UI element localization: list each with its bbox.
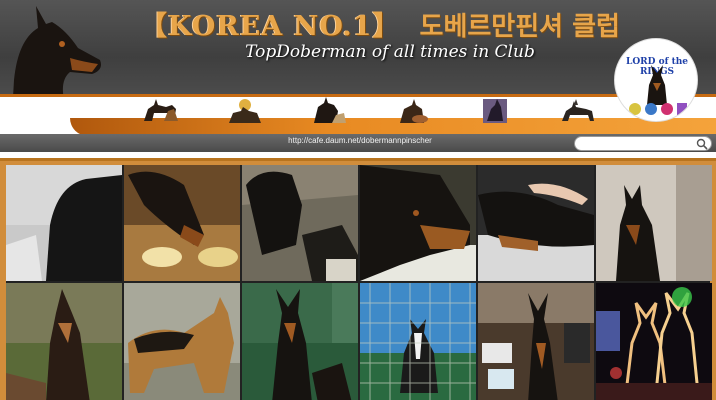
dog-thumbnail-strip	[120, 96, 620, 126]
search-input[interactable]	[575, 143, 693, 152]
photo-doberman-sitting[interactable]	[596, 165, 712, 281]
photo-doberman-with-items[interactable]	[478, 283, 594, 400]
dog-thumbnail-icon[interactable]	[473, 97, 517, 125]
club-banner: 【KOREA NO.1】 도베르만핀셔 클럽 TopDoberman of al…	[0, 0, 716, 152]
doberman-logo-icon	[647, 65, 667, 105]
title-english: 【KOREA NO.1】	[140, 11, 401, 42]
banner-subtitle: TopDoberman of all times in Club	[245, 42, 535, 62]
photo-doberman-closeup[interactable]	[360, 165, 476, 281]
photo-doberman-food-bowl[interactable]	[124, 165, 240, 281]
photo-doberman-lying-grass[interactable]	[6, 283, 122, 400]
photo-gallery	[6, 165, 712, 400]
cafe-url-text[interactable]: http://cafe.daum.net/dobermannpinscher	[230, 136, 490, 145]
search-icon[interactable]	[696, 138, 708, 150]
ribbon-icon	[629, 103, 687, 115]
club-logo[interactable]: LORD of the RINGS	[614, 38, 698, 122]
banner-title: 【KOREA NO.1】 도베르만핀셔 클럽	[120, 4, 640, 44]
photo-grid	[6, 165, 712, 400]
dog-thumbnail-icon[interactable]	[140, 97, 184, 125]
dog-thumbnail-icon[interactable]	[390, 97, 434, 125]
photo-german-shepherd[interactable]	[124, 283, 240, 400]
photo-dog-in-dirt[interactable]	[242, 165, 358, 281]
dog-thumbnail-icon[interactable]	[223, 97, 267, 125]
dog-thumbnail-icon[interactable]	[556, 97, 600, 125]
photo-gallery-frame	[0, 158, 716, 400]
photo-black-dog-couch[interactable]	[6, 165, 122, 281]
photo-doberman-standing-green[interactable]	[242, 283, 358, 400]
search-field[interactable]	[574, 136, 712, 152]
photo-christmas-lights-deer[interactable]	[596, 283, 712, 400]
title-korean: 도베르만핀셔 클럽	[419, 12, 620, 42]
dog-thumbnail-icon[interactable]	[306, 97, 350, 125]
photo-dog-in-cage[interactable]	[360, 283, 476, 400]
photo-doberman-sleeping[interactable]	[478, 165, 594, 281]
